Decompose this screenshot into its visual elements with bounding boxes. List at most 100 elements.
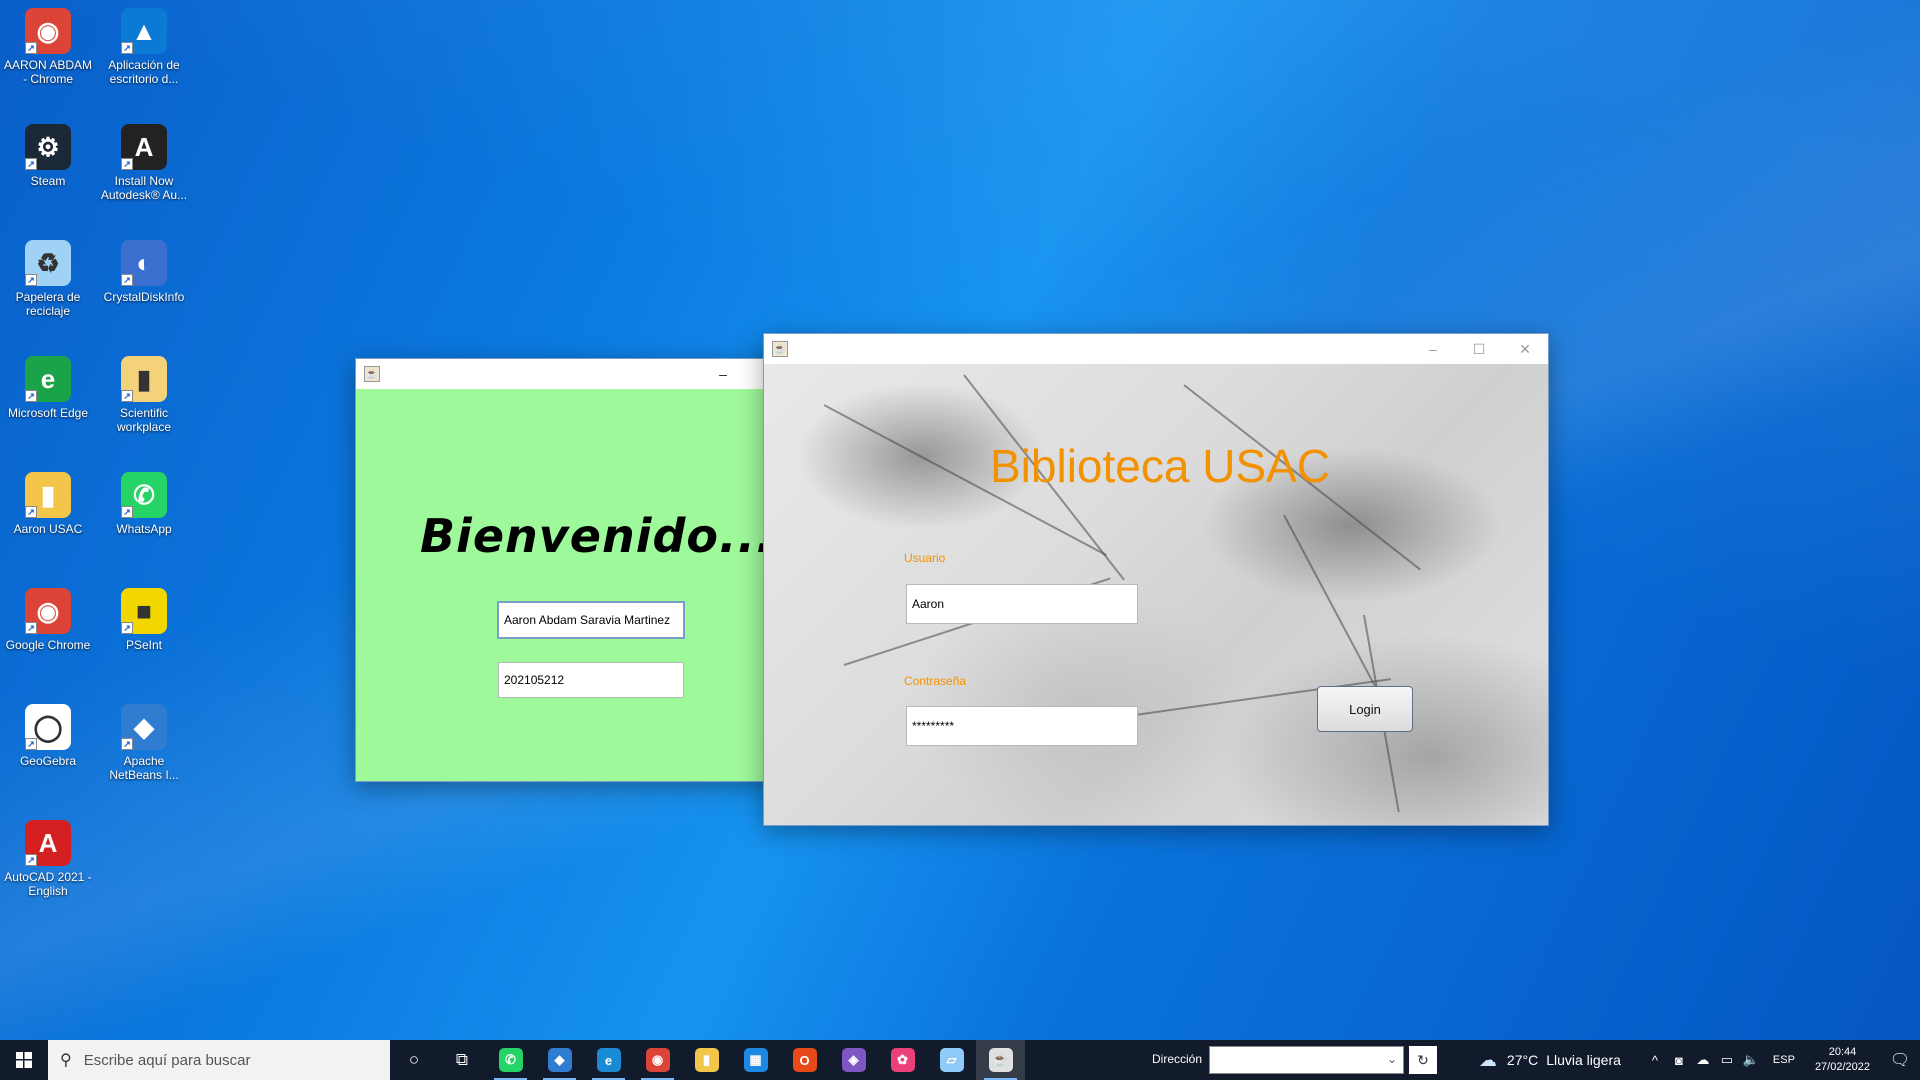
- taskbar-app-visual-studio[interactable]: ◈: [829, 1040, 878, 1080]
- pseint-icon: ■ ↗: [121, 588, 167, 634]
- desktop-shortcut[interactable]: A ↗ AutoCAD 2021 - English: [2, 820, 94, 898]
- desktop-shortcut[interactable]: ◆ ↗ Apache NetBeans I...: [98, 704, 190, 782]
- shortcut-arrow-icon: ↗: [25, 158, 37, 170]
- minimize-button[interactable]: –: [700, 359, 746, 389]
- shortcut-arrow-icon: ↗: [25, 390, 37, 402]
- desktop-shortcut[interactable]: ◉ ↗ Google Chrome: [2, 588, 94, 652]
- login-button[interactable]: Login: [1317, 686, 1413, 732]
- desktop-shortcut[interactable]: ▮ ↗ Scientific workplace: [98, 356, 190, 434]
- onedrive-cloud-icon[interactable]: ☁: [1691, 1052, 1715, 1068]
- cortana-button[interactable]: ○: [390, 1040, 438, 1080]
- desktop-shortcut-label: Scientific workplace: [116, 406, 172, 434]
- notification-icon: 🗨: [1889, 1052, 1911, 1069]
- desktop-shortcut[interactable]: ▮ ↗ Aaron USAC: [2, 472, 94, 536]
- shortcut-arrow-icon: ↗: [121, 274, 133, 286]
- desktop-shortcut[interactable]: ◐ ↗ CrystalDiskInfo: [98, 240, 190, 304]
- shortcut-arrow-icon: ↗: [25, 506, 37, 518]
- task-view-button[interactable]: ⧉: [438, 1040, 486, 1080]
- taskbar-app-java[interactable]: ☕: [976, 1040, 1025, 1080]
- desktop-shortcut-label: Papelera de reciclaje: [15, 290, 81, 318]
- desktop-shortcut[interactable]: ◉ ↗ AARON ABDAM - Chrome: [2, 8, 94, 86]
- refresh-button[interactable]: ↻: [1409, 1046, 1437, 1074]
- desktop-shortcut-label: Google Chrome: [5, 638, 91, 652]
- office-icon: O: [792, 1048, 817, 1072]
- taskbar-search-box[interactable]: ⚲ Escribe aquí para buscar: [48, 1040, 390, 1080]
- taskbar-app-notes[interactable]: ▱: [927, 1040, 976, 1080]
- taskbar-app-edge[interactable]: e: [584, 1040, 633, 1080]
- file-explorer-icon: ▮: [694, 1048, 719, 1072]
- close-button[interactable]: ✕: [1502, 334, 1548, 364]
- desktop-shortcut[interactable]: ■ ↗ PSeInt: [98, 588, 190, 652]
- minimize-button[interactable]: –: [1410, 334, 1456, 364]
- crystaldiskinfo-icon: ◐ ↗: [121, 240, 167, 286]
- maximize-button[interactable]: ☐: [1456, 334, 1502, 364]
- netbeans-icon: ◆ ↗: [121, 704, 167, 750]
- cortana-icon: ○: [408, 1050, 420, 1069]
- desktop-shortcut-label: Aplicación de escritorio d...: [108, 58, 180, 86]
- desktop-shortcut-label: Apache NetBeans I...: [109, 754, 179, 782]
- shortcut-arrow-icon: ↗: [25, 738, 37, 750]
- shortcut-arrow-icon: ↗: [121, 622, 133, 634]
- password-label: Contraseña: [904, 674, 967, 688]
- username-label: Usuario: [904, 551, 946, 565]
- taskbar-app-office[interactable]: O: [780, 1040, 829, 1080]
- folder-icon: ▮ ↗: [25, 472, 71, 518]
- desktop-shortcut[interactable]: ♻ ↗ Papelera de reciclaje: [2, 240, 94, 318]
- netbeans-icon: ◆: [547, 1048, 572, 1072]
- chrome-icon: ◉ ↗: [25, 588, 71, 634]
- desktop-shortcut[interactable]: A ↗ Install Now Autodesk® Au...: [98, 124, 190, 202]
- chevron-down-icon[interactable]: ⌄: [1387, 1052, 1397, 1066]
- network-icon[interactable]: ▭: [1715, 1052, 1739, 1068]
- volume-icon[interactable]: 🔈: [1739, 1052, 1763, 1068]
- taskbar-app-list: ✆ ◆ e ◉ ▮ ▦ O ◈ ✿ ▱ ☕: [486, 1040, 1025, 1080]
- paint-icon: ✿: [890, 1048, 915, 1072]
- desktop-shortcut[interactable]: ⚙ ↗ Steam: [2, 124, 94, 188]
- desktop-shortcut-label: CrystalDiskInfo: [103, 290, 185, 304]
- whatsapp-icon: ✆: [498, 1048, 523, 1072]
- windows-logo-icon: [16, 1052, 32, 1068]
- name-field[interactable]: Aaron Abdam Saravia Martinez: [497, 601, 685, 639]
- address-input[interactable]: ⌄: [1209, 1046, 1404, 1074]
- clock-date: 27/02/2022: [1814, 1061, 1870, 1073]
- login-titlebar[interactable]: ☕ – ☐ ✕: [764, 334, 1548, 364]
- weather-widget[interactable]: ☁ 27°C Lluvia ligera: [1479, 1050, 1629, 1071]
- weather-temperature: 27°C: [1506, 1052, 1539, 1068]
- taskbar-app-paint[interactable]: ✿: [878, 1040, 927, 1080]
- weather-description: Lluvia ligera: [1546, 1052, 1621, 1068]
- desktop-shortcut-label: PSeInt: [125, 638, 163, 652]
- desktop-shortcut[interactable]: ✆ ↗ WhatsApp: [98, 472, 190, 536]
- desktop-shortcut[interactable]: ◯ ↗ GeoGebra: [2, 704, 94, 768]
- app-title: Biblioteca USAC: [990, 440, 1331, 492]
- desktop-shortcut[interactable]: e ↗ Microsoft Edge: [2, 356, 94, 420]
- password-input[interactable]: *********: [906, 706, 1138, 746]
- taskbar-app-chrome[interactable]: ◉: [633, 1040, 682, 1080]
- visual-studio-icon: ◈: [841, 1048, 866, 1072]
- task-view-icon: ⧉: [455, 1050, 469, 1069]
- desktop-shortcut[interactable]: ▲ ↗ Aplicación de escritorio d...: [98, 8, 190, 86]
- start-button[interactable]: [0, 1040, 48, 1080]
- show-hidden-icons-chevron-icon[interactable]: ^: [1643, 1053, 1667, 1068]
- taskbar-app-file-explorer[interactable]: ▮: [682, 1040, 731, 1080]
- desktop-shortcut-label: GeoGebra: [19, 754, 77, 768]
- steam-icon: ⚙ ↗: [25, 124, 71, 170]
- shortcut-arrow-icon: ↗: [121, 738, 133, 750]
- whatsapp-icon: ✆ ↗: [121, 472, 167, 518]
- taskbar-app-store[interactable]: ▦: [731, 1040, 780, 1080]
- shortcut-arrow-icon: ↗: [121, 390, 133, 402]
- login-window: ☕ – ☐ ✕ Biblioteca USAC Usuario Aaron Co…: [763, 333, 1549, 826]
- rain-cloud-icon: ☁: [1478, 1049, 1497, 1070]
- desktop-shortcut-label: Aaron USAC: [13, 522, 83, 536]
- taskbar-app-whatsapp[interactable]: ✆: [486, 1040, 535, 1080]
- notification-center-button[interactable]: 🗨: [1880, 1040, 1920, 1080]
- id-field[interactable]: 202105212: [498, 662, 684, 698]
- shortcut-arrow-icon: ↗: [25, 854, 37, 866]
- webcam-icon[interactable]: ◙: [1667, 1053, 1691, 1068]
- input-language[interactable]: ESP: [1773, 1054, 1795, 1066]
- username-input[interactable]: Aaron: [906, 584, 1138, 624]
- search-placeholder: Escribe aquí para buscar: [83, 1051, 251, 1069]
- clock[interactable]: 20:44 27/02/2022: [1815, 1045, 1870, 1075]
- search-icon: ⚲: [60, 1052, 72, 1069]
- taskbar-app-netbeans[interactable]: ◆: [535, 1040, 584, 1080]
- desktop-shortcut-label: AutoCAD 2021 - English: [4, 870, 92, 898]
- chrome-icon: ◉ ↗: [25, 8, 71, 54]
